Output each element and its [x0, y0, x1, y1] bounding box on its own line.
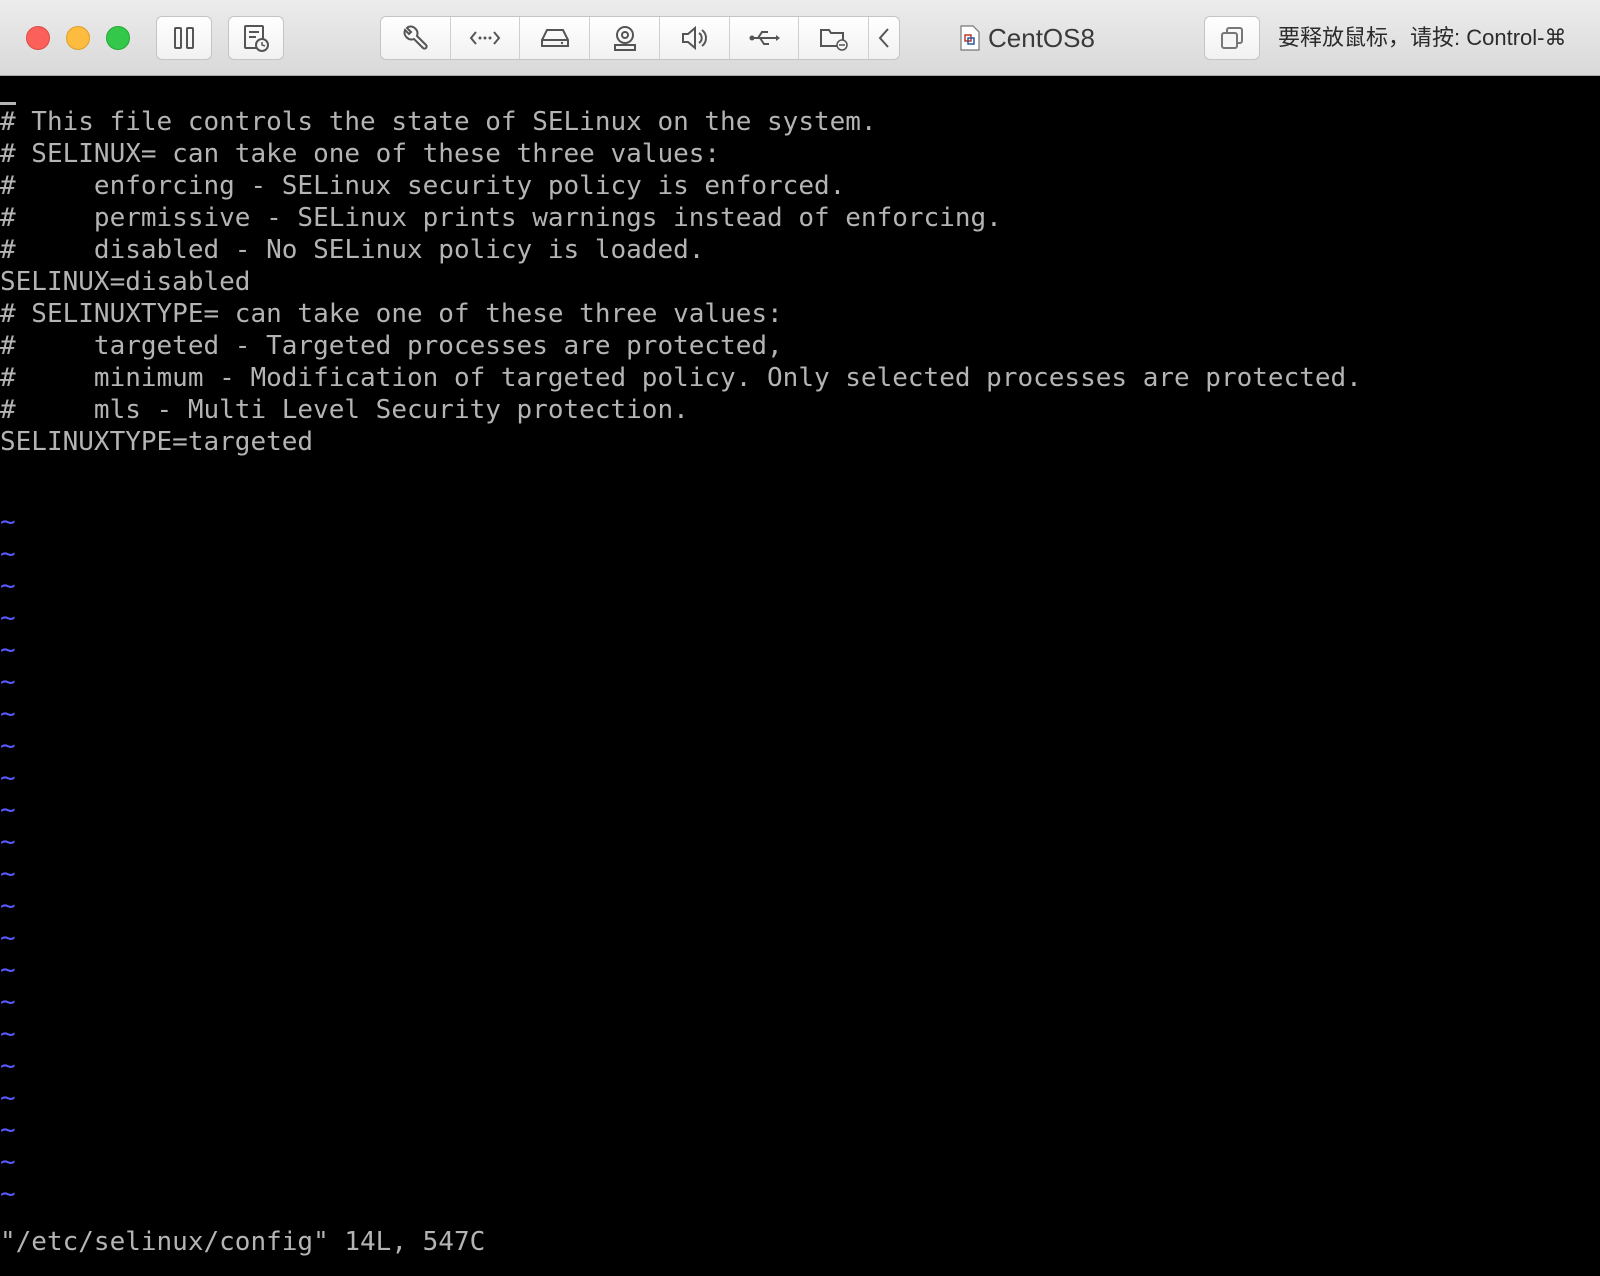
collapse-toolbar-button[interactable]: [869, 17, 899, 59]
file-line: # SELINUX= can take one of these three v…: [0, 139, 721, 169]
empty-line-marker: ~: [0, 859, 16, 889]
empty-line-marker: ~: [0, 731, 16, 761]
file-line: # permissive - SELinux prints warnings i…: [0, 203, 1002, 233]
empty-line-marker: ~: [0, 763, 16, 793]
shared-folder-icon: [819, 29, 848, 51]
file-line: # enforcing - SELinux security policy is…: [0, 171, 846, 201]
close-window-button[interactable]: [26, 26, 50, 50]
empty-line-marker: ~: [0, 1019, 16, 1049]
vm-window: CentOS8 要释放鼠标，请按: Control-⌘ # This file …: [0, 0, 1600, 1276]
usb-button[interactable]: [730, 17, 800, 59]
empty-line-marker: ~: [0, 1051, 16, 1081]
title-bar: CentOS8 要释放鼠标，请按: Control-⌘: [0, 0, 1600, 76]
usb-icon: [749, 31, 781, 45]
empty-line-marker: ~: [0, 955, 16, 985]
speaker-icon: [682, 25, 708, 51]
empty-line-marker: ~: [0, 827, 16, 857]
maximize-window-button[interactable]: [106, 26, 130, 50]
file-line: # This file controls the state of SELinu…: [0, 107, 877, 137]
network-button[interactable]: [451, 17, 521, 59]
empty-line-marker: ~: [0, 923, 16, 953]
file-line: # minimum - Modification of targeted pol…: [0, 363, 1362, 393]
shared-folder-button[interactable]: [799, 17, 870, 59]
camera-icon: [613, 26, 636, 51]
file-line: SELINUX=disabled: [0, 267, 251, 297]
empty-line-marker: ~: [0, 571, 16, 601]
vi-status-line: "/etc/selinux/config" 14L, 547C: [0, 1227, 486, 1257]
camera-button[interactable]: [590, 17, 660, 59]
minimize-window-button[interactable]: [66, 26, 90, 50]
text-cursor: [0, 102, 16, 105]
wrench-icon: [403, 25, 428, 50]
vm-console[interactable]: # This file controls the state of SELinu…: [0, 76, 1600, 1276]
hard-disk-icon: [540, 29, 569, 47]
hard-disk-button[interactable]: [520, 17, 591, 59]
vm-title: CentOS8: [960, 20, 1095, 56]
empty-line-marker: ~: [0, 1179, 16, 1209]
file-line: # mls - Multi Level Security protection.: [0, 395, 689, 425]
empty-line-marker: ~: [0, 987, 16, 1017]
empty-line-marker: ~: [0, 1147, 16, 1177]
network-icon: [469, 31, 501, 45]
empty-line-marker: ~: [0, 1083, 16, 1113]
empty-line-marker: ~: [0, 635, 16, 665]
sound-button[interactable]: [660, 17, 730, 59]
file-line: # disabled - No SELinux policy is loaded…: [0, 235, 705, 265]
unity-view-button[interactable]: [1204, 16, 1260, 60]
pause-icon: [174, 27, 194, 49]
empty-line-marker: ~: [0, 667, 16, 697]
device-toolbar: [380, 16, 900, 60]
pause-button[interactable]: [156, 16, 212, 60]
snapshot-button[interactable]: [228, 16, 284, 60]
empty-line-marker: ~: [0, 795, 16, 825]
empty-line-marker: ~: [0, 539, 16, 569]
snapshot-icon: [244, 25, 269, 52]
empty-line-marker: ~: [0, 699, 16, 729]
empty-line-marker: ~: [0, 603, 16, 633]
file-line: # SELINUXTYPE= can take one of these thr…: [0, 299, 783, 329]
windows-stack-icon: [1221, 27, 1243, 49]
file-line: # targeted - Targeted processes are prot…: [0, 331, 783, 361]
vm-title-text: CentOS8: [988, 22, 1095, 53]
settings-button[interactable]: [381, 17, 451, 59]
file-line: SELINUXTYPE=targeted: [0, 427, 314, 457]
empty-line-marker: ~: [0, 507, 16, 537]
empty-line-marker: ~: [0, 1115, 16, 1145]
vm-document-icon: [960, 25, 980, 51]
mouse-release-hint: 要释放鼠标，请按: Control-⌘: [1278, 25, 1567, 50]
chevron-left-icon: [878, 28, 889, 48]
empty-line-marker: ~: [0, 891, 16, 921]
